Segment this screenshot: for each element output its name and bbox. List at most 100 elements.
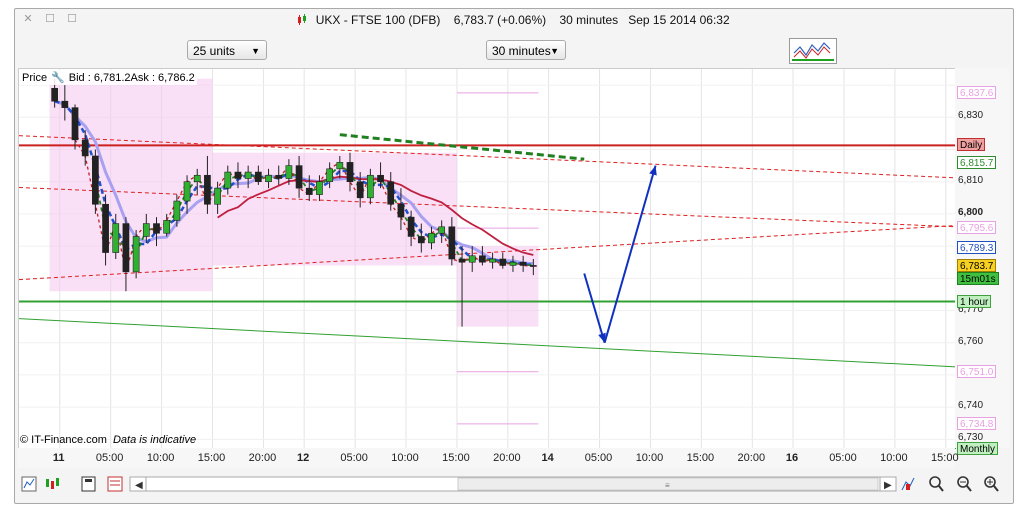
candle	[254, 171, 262, 183]
candle	[305, 187, 313, 195]
candle	[153, 223, 160, 234]
price-level-label: 15m01s	[957, 272, 999, 286]
candle	[387, 181, 395, 205]
candle	[519, 261, 527, 266]
chart-style-button[interactable]	[789, 38, 837, 64]
candle	[244, 171, 252, 179]
chevron-down-icon: ▼	[550, 46, 559, 56]
candle	[214, 187, 221, 205]
price-level-label: Monthly	[957, 442, 999, 455]
time-tick-label: 10:00	[635, 452, 664, 464]
candle	[92, 155, 99, 205]
candles-icon	[46, 478, 59, 489]
time-axis[interactable]: 11 05:00 10:00 15:00 20:00 12 05:00 10:00 15:00 2…	[18, 448, 959, 468]
units-select[interactable]: 25 units ▼	[187, 40, 267, 60]
price-label: Price	[22, 72, 48, 84]
toolbar: 25 units ▼ 30 minutes ▼	[14, 34, 1012, 68]
time-tick-label: 10:00	[880, 452, 908, 464]
drawing-icon	[901, 477, 915, 491]
candle	[102, 203, 109, 253]
candle	[112, 223, 120, 253]
save-icon	[81, 476, 96, 492]
indicative-note: Data is indicative	[112, 434, 197, 446]
indicators-icon	[107, 476, 123, 492]
candle	[183, 181, 191, 202]
price-level-label: 6,795.6	[957, 221, 997, 235]
candle	[224, 171, 232, 189]
time-tick-label: 14	[541, 452, 554, 464]
wrench-icon[interactable]: 🔧	[51, 71, 65, 84]
time-tick-label: 10:00	[391, 452, 419, 464]
candle	[509, 261, 517, 266]
candles-icon	[298, 14, 307, 25]
candle	[265, 174, 272, 183]
candle	[142, 223, 150, 237]
svg-text:≡: ≡	[665, 481, 670, 490]
time-tick-label: 15:00	[442, 452, 470, 464]
price-level-label: 6,783.7	[957, 259, 997, 273]
current-price: 6,783.7 (+0.06%)	[453, 13, 547, 27]
candle	[295, 165, 303, 189]
price-tick-label: 6,810	[958, 174, 984, 186]
candle	[438, 226, 446, 234]
price-axis[interactable]: 6,730 6,740 6,760 6,770 6,800 6,810 6,830 6,837…	[955, 68, 1009, 455]
candle	[163, 220, 171, 234]
chart-interval: 30 minutes	[559, 13, 619, 27]
time-tick-label: 05:00	[584, 452, 613, 464]
candle	[326, 168, 333, 183]
price-info: Price 🔧 Bid : 6,781.2Ask : 6,786.2	[20, 70, 197, 85]
bid-price: Bid : 6,781.2	[68, 72, 131, 84]
candle	[336, 162, 344, 170]
price-level-label: 6,751.0	[957, 364, 997, 378]
candle	[356, 181, 364, 199]
price-level-label: Daily	[957, 138, 986, 152]
time-tick-label: 10:00	[146, 452, 175, 464]
chart-datetime: Sep 15 2014 06:32	[628, 13, 730, 27]
time-tick-label: 16	[785, 452, 799, 464]
candle	[407, 216, 415, 237]
time-tick-label: 15:00	[197, 452, 226, 464]
candle	[132, 236, 140, 273]
interval-select[interactable]: 30 minutes ▼	[486, 40, 566, 60]
candle	[122, 223, 130, 273]
candle	[61, 100, 69, 108]
candle	[489, 258, 496, 263]
candle	[428, 232, 435, 244]
bar-chart-icon	[21, 476, 37, 492]
chevron-down-icon: ▼	[251, 46, 260, 56]
candle	[468, 255, 476, 263]
candle	[346, 162, 354, 183]
zoom-out-icon	[957, 476, 972, 492]
time-tick-label: 05:00	[829, 452, 857, 464]
candle	[51, 88, 59, 102]
candle	[316, 181, 323, 195]
time-tick-label: 20:00	[493, 452, 521, 464]
time-tick-label: 05:00	[340, 452, 368, 464]
chart-area[interactable]	[18, 68, 956, 449]
price-level-label: 6,837.6	[957, 85, 997, 99]
candle	[417, 236, 425, 244]
price-chart	[19, 69, 956, 449]
chart-footer: © IT-Finance.com Data is indicative	[20, 434, 196, 446]
candle	[71, 107, 79, 141]
forecast-arrow	[603, 165, 657, 344]
units-select-value: 25 units	[193, 44, 236, 58]
candle	[499, 258, 507, 266]
price-tick-label: 6,760	[958, 335, 984, 347]
candle	[204, 174, 211, 205]
time-tick-label: 11	[52, 452, 65, 464]
candle	[377, 174, 384, 183]
price-level-label: 6,815.7	[957, 156, 997, 170]
price-tick-label: 6,800	[958, 206, 984, 218]
time-tick-label: 20:00	[248, 452, 277, 464]
time-tick-label: 15:00	[931, 452, 959, 464]
time-tick-label: 12	[297, 452, 310, 464]
candle	[285, 165, 293, 179]
forecast-arrow	[583, 273, 606, 344]
candle	[234, 171, 242, 179]
title-bar: ✕ ☐ ☐ UKX - FTSE 100 (DFB) 6,783.7 (+0.0…	[14, 8, 1012, 32]
price-level-label: 6,734.8	[957, 416, 997, 430]
candle	[275, 174, 283, 179]
zoom-in-icon	[984, 476, 999, 492]
price-level-label: 6,789.3	[957, 241, 997, 255]
